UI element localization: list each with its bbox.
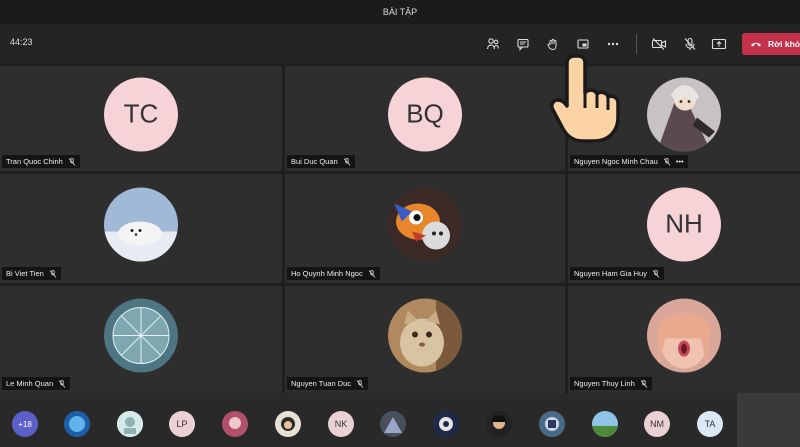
avatar[interactable]	[592, 411, 618, 437]
chat-icon[interactable]	[513, 34, 533, 54]
participant-name: Bi Viet Tien	[6, 269, 44, 278]
avatar[interactable]: LP	[169, 411, 195, 437]
participant-name-tag: Le Minh Quan	[2, 377, 71, 390]
participant-name-tag: Tran Quoc Chinh	[2, 155, 80, 168]
video-grid: TC Tran Quoc Chinh BQ Bui Duc Quan Nguye…	[0, 66, 800, 393]
participant-tile[interactable]: TC Tran Quoc Chinh	[0, 66, 282, 171]
participant-name: Ho Quynh Minh Ngoc	[291, 269, 363, 278]
avatar[interactable]	[117, 411, 143, 437]
mic-off-icon	[343, 157, 351, 166]
participant-name-tag: Nguyen Tuan Duc	[287, 377, 369, 390]
meeting-title: BÀI TẬP	[382, 7, 418, 17]
participant-strip: +18 LP NK NM TA	[0, 393, 800, 447]
avatar[interactable]	[275, 411, 301, 437]
participant-tile[interactable]: Nguyen Tuan Duc	[285, 286, 565, 393]
participant-tile[interactable]: Nguyen Thuy Linh	[568, 286, 800, 393]
meeting-toolbar: 44:23 Rời khỏ	[0, 24, 800, 64]
mic-off-icon	[356, 379, 364, 388]
share-screen-icon[interactable]	[709, 34, 729, 54]
window-titlebar: BÀI TẬP	[0, 0, 800, 24]
participant-name-tag: Bui Duc Quan	[287, 155, 355, 168]
phone-hangup-icon	[751, 42, 761, 47]
camera-off-icon[interactable]	[649, 34, 669, 54]
avatar[interactable]: NK	[328, 411, 354, 437]
participants-icon[interactable]	[483, 34, 503, 54]
mic-off-icon	[640, 379, 648, 388]
avatar	[388, 298, 462, 373]
self-preview-tile	[737, 393, 800, 447]
participant-name: Tran Quoc Chinh	[6, 157, 63, 166]
avatar	[647, 298, 721, 373]
avatar[interactable]	[380, 411, 406, 437]
avatar: BQ	[388, 77, 462, 152]
more-icon[interactable]	[603, 34, 623, 54]
overflow-participants-button[interactable]: +18	[12, 411, 38, 437]
avatar[interactable]	[539, 411, 565, 437]
avatar[interactable]	[433, 411, 459, 437]
participant-name-tag: Nguyen Ngoc Minh Chau •••	[570, 155, 688, 168]
avatar[interactable]	[64, 411, 90, 437]
meeting-timer: 44:23	[10, 37, 33, 47]
mic-off-icon	[58, 379, 66, 388]
participant-name-tag: Nguyen Ham Gia Huy	[570, 267, 664, 280]
mic-off-icon	[68, 157, 76, 166]
avatar[interactable]	[222, 411, 248, 437]
mic-off-icon[interactable]	[680, 34, 700, 54]
participant-name: Nguyen Tuan Duc	[291, 379, 352, 388]
avatar[interactable]	[486, 411, 512, 437]
share-tray-icon[interactable]	[573, 34, 593, 54]
raise-hand-icon[interactable]	[543, 34, 563, 54]
mic-off-icon	[368, 269, 376, 278]
participant-name-tag: Bi Viet Tien	[2, 267, 61, 280]
mic-off-icon	[652, 269, 660, 278]
participant-tile[interactable]: NH Nguyen Ham Gia Huy	[568, 174, 800, 283]
leave-button[interactable]: Rời khỏ	[742, 33, 800, 55]
participant-tile[interactable]: BQ Bui Duc Quan	[285, 66, 565, 171]
toolbar-divider	[636, 34, 637, 54]
participant-name: Le Minh Quan	[6, 379, 54, 388]
participant-tile[interactable]: Bi Viet Tien	[0, 174, 282, 283]
leave-button-label: Rời khỏ	[768, 39, 800, 49]
mic-off-icon	[663, 157, 671, 166]
avatar: TC	[104, 77, 178, 152]
pointer-hand-icon	[550, 54, 620, 143]
tile-more-icon[interactable]: •••	[676, 157, 684, 166]
avatar	[104, 298, 178, 373]
avatar	[647, 77, 721, 152]
avatar	[104, 187, 178, 262]
avatar	[388, 187, 462, 262]
avatar: NH	[647, 187, 721, 262]
avatar[interactable]: NM	[644, 411, 670, 437]
participant-name: Nguyen Thuy Linh	[574, 379, 635, 388]
participant-name: Nguyen Ham Gia Huy	[574, 269, 647, 278]
participant-tile[interactable]: Ho Quynh Minh Ngoc	[285, 174, 565, 283]
participant-name: Bui Duc Quan	[291, 157, 338, 166]
mic-off-icon	[49, 269, 57, 278]
participant-name: Nguyen Ngoc Minh Chau	[574, 157, 658, 166]
avatar[interactable]: TA	[697, 411, 723, 437]
participant-tile[interactable]: Le Minh Quan	[0, 286, 282, 393]
participant-name-tag: Nguyen Thuy Linh	[570, 377, 652, 390]
participant-name-tag: Ho Quynh Minh Ngoc	[287, 267, 380, 280]
